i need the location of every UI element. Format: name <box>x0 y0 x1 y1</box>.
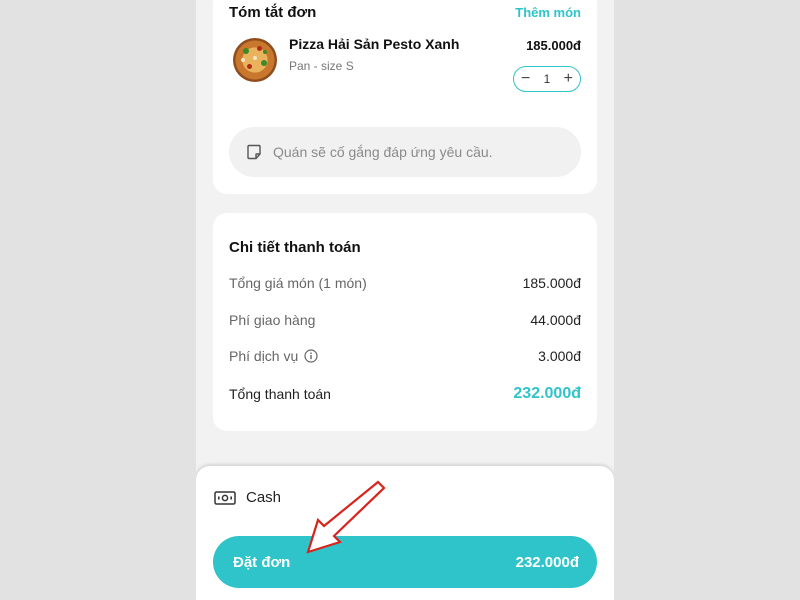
payment-method-selector[interactable]: Cash <box>214 489 281 506</box>
subtotal-row: Tổng giá món (1 món) 185.000đ <box>229 275 581 291</box>
payment-details-card: Chi tiết thanh toán Tổng giá món (1 món)… <box>213 213 597 431</box>
service-fee-label-wrap: Phí dịch vụ <box>229 348 318 364</box>
item-name: Pizza Hải Sản Pesto Xanh <box>289 36 460 52</box>
info-icon[interactable] <box>304 349 318 363</box>
subtotal-label: Tổng giá món (1 món) <box>229 275 367 291</box>
service-fee-row: Phí dịch vụ 3.000đ <box>229 348 581 364</box>
subtotal-value: 185.000đ <box>522 275 581 291</box>
delivery-fee-row: Phí giao hàng 44.000đ <box>229 312 581 328</box>
delivery-fee-label: Phí giao hàng <box>229 312 316 328</box>
total-label: Tổng thanh toán <box>229 386 331 402</box>
annotation-arrow-icon <box>306 480 386 554</box>
quantity-stepper[interactable]: − 1 + <box>513 66 581 92</box>
cash-icon <box>214 490 236 505</box>
place-order-button[interactable]: Đặt đơn 232.000đ <box>213 536 597 588</box>
minus-icon[interactable]: − <box>521 71 530 87</box>
summary-title: Tóm tắt đơn <box>229 4 317 21</box>
note-input[interactable]: Quán sẽ cố gắng đáp ứng yêu cầu. <box>229 127 581 177</box>
item-variant: Pan - size S <box>289 59 354 73</box>
checkout-sheet: Cash Đặt đơn 232.000đ <box>196 466 614 600</box>
payment-details-title: Chi tiết thanh toán <box>229 239 361 256</box>
place-order-total: 232.000đ <box>515 553 579 571</box>
plus-icon[interactable]: + <box>564 71 573 87</box>
payment-method-label: Cash <box>246 489 282 506</box>
total-value: 232.000đ <box>513 385 581 402</box>
note-placeholder: Quán sẽ cố gắng đáp ứng yêu cầu. <box>273 144 493 160</box>
add-more-link[interactable]: Thêm món <box>515 5 581 20</box>
place-order-label: Đặt đơn <box>233 553 291 571</box>
quantity-value: 1 <box>543 72 551 86</box>
service-fee-label: Phí dịch vụ <box>229 348 299 364</box>
delivery-fee-value: 44.000đ <box>530 312 581 328</box>
pizza-image <box>233 38 277 82</box>
service-fee-value: 3.000đ <box>538 348 581 364</box>
note-icon <box>247 144 261 160</box>
item-price: 185.000đ <box>526 38 581 53</box>
total-row: Tổng thanh toán 232.000đ <box>229 385 581 403</box>
phone-screen: Tóm tắt đơn Thêm món Pizza Hải Sản Pesto… <box>196 0 614 600</box>
order-summary-card: Tóm tắt đơn Thêm món Pizza Hải Sản Pesto… <box>213 0 597 194</box>
